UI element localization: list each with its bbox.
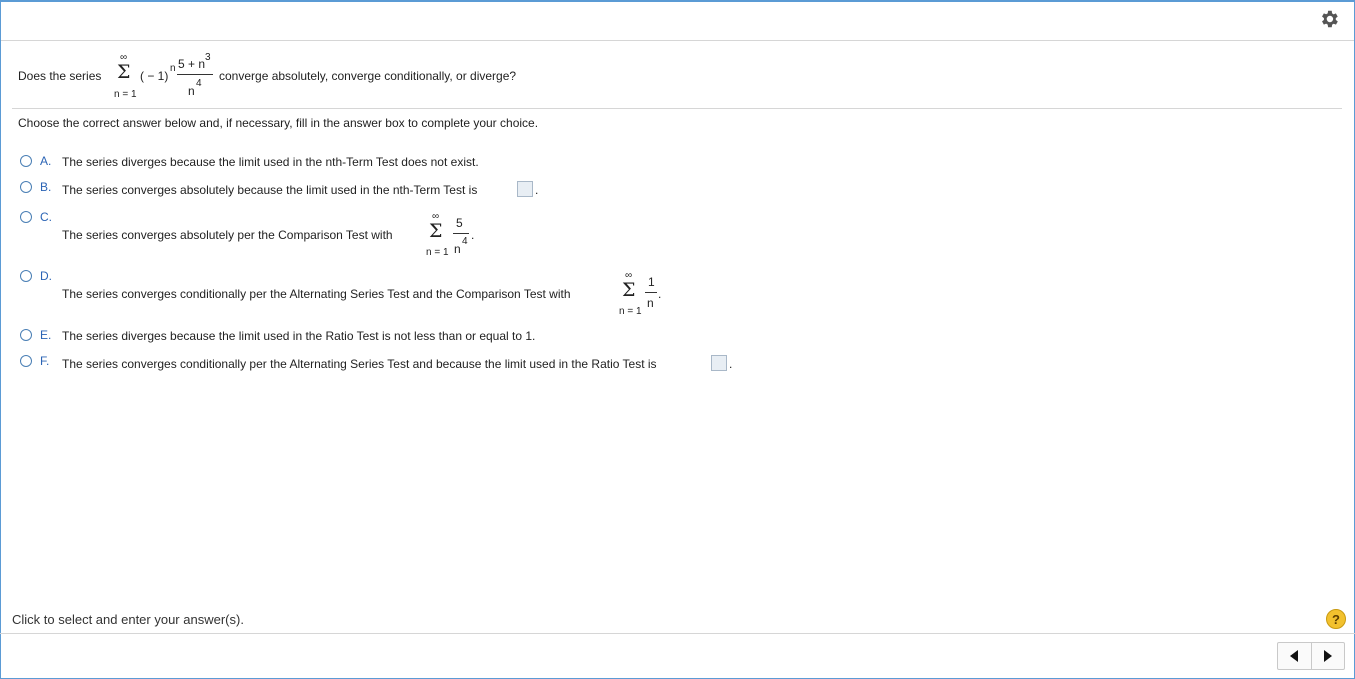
option-d-fraction-bar — [645, 292, 657, 293]
denominator-exponent: 4 — [196, 78, 202, 89]
arrow-right-icon — [1324, 650, 1332, 662]
term-base: ( − 1) — [140, 69, 169, 83]
option-d-letter: D. — [40, 269, 52, 283]
previous-button[interactable] — [1278, 643, 1312, 669]
question-divider — [12, 108, 1342, 109]
option-c-denominator: n — [454, 242, 461, 256]
fraction-denominator: n — [188, 84, 195, 98]
radio-option-e[interactable] — [20, 329, 32, 341]
sigma-symbol: Σ — [117, 61, 131, 83]
option-d-period: . — [658, 287, 662, 301]
option-c-lower-limit: n = 1 — [426, 247, 449, 258]
option-f-letter: F. — [40, 354, 50, 368]
option-a-letter: A. — [40, 154, 52, 168]
status-text: Click to select and enter your answer(s)… — [12, 612, 244, 627]
gear-icon[interactable] — [1318, 8, 1340, 30]
radio-option-b[interactable] — [20, 181, 32, 193]
question-prefix: Does the series — [18, 69, 102, 83]
option-b-letter: B. — [40, 180, 52, 194]
radio-option-c[interactable] — [20, 211, 32, 223]
arrow-left-icon — [1290, 650, 1298, 662]
option-e-letter: E. — [40, 328, 52, 342]
option-d-lower-limit: n = 1 — [619, 306, 642, 317]
instruction-text: Choose the correct answer below and, if … — [18, 116, 539, 130]
option-e-text: The series diverges because the limit us… — [62, 329, 536, 343]
option-d-sigma: Σ — [622, 279, 636, 301]
numerator-exponent: 3 — [205, 52, 211, 63]
option-c-letter: C. — [40, 210, 52, 224]
answer-box-b[interactable] — [517, 181, 533, 197]
option-c-fraction-bar — [453, 233, 469, 234]
question-suffix: converge absolutely, converge conditiona… — [219, 69, 517, 83]
answer-box-f[interactable] — [711, 355, 727, 371]
option-f-text: The series converges conditionally per t… — [62, 357, 657, 371]
option-c-numerator: 5 — [456, 216, 463, 230]
lower-limit: n = 1 — [114, 89, 137, 100]
option-d-numerator: 1 — [648, 275, 655, 289]
option-c-denominator-exponent: 4 — [462, 236, 468, 247]
option-b-text: The series converges absolutely because … — [62, 183, 478, 197]
navigation-buttons — [1277, 642, 1345, 670]
top-toolbar — [1, 0, 1354, 41]
fraction-numerator: 5 + n — [178, 57, 206, 71]
radio-option-a[interactable] — [20, 155, 32, 167]
option-a-text: The series diverges because the limit us… — [62, 155, 479, 169]
option-d-denominator: n — [647, 296, 654, 310]
radio-option-d[interactable] — [20, 270, 32, 282]
option-b-period: . — [535, 183, 539, 197]
help-icon[interactable]: ? — [1326, 609, 1346, 629]
fraction-bar — [177, 74, 213, 75]
option-d-text: The series converges conditionally per t… — [62, 287, 571, 301]
radio-option-f[interactable] — [20, 355, 32, 367]
option-c-period: . — [471, 228, 475, 242]
term-exponent: n — [170, 63, 176, 74]
option-c-sigma: Σ — [429, 220, 443, 242]
next-button[interactable] — [1312, 643, 1345, 669]
footer-divider — [0, 633, 1355, 634]
option-c-text: The series converges absolutely per the … — [62, 228, 393, 242]
option-f-period: . — [729, 357, 733, 371]
